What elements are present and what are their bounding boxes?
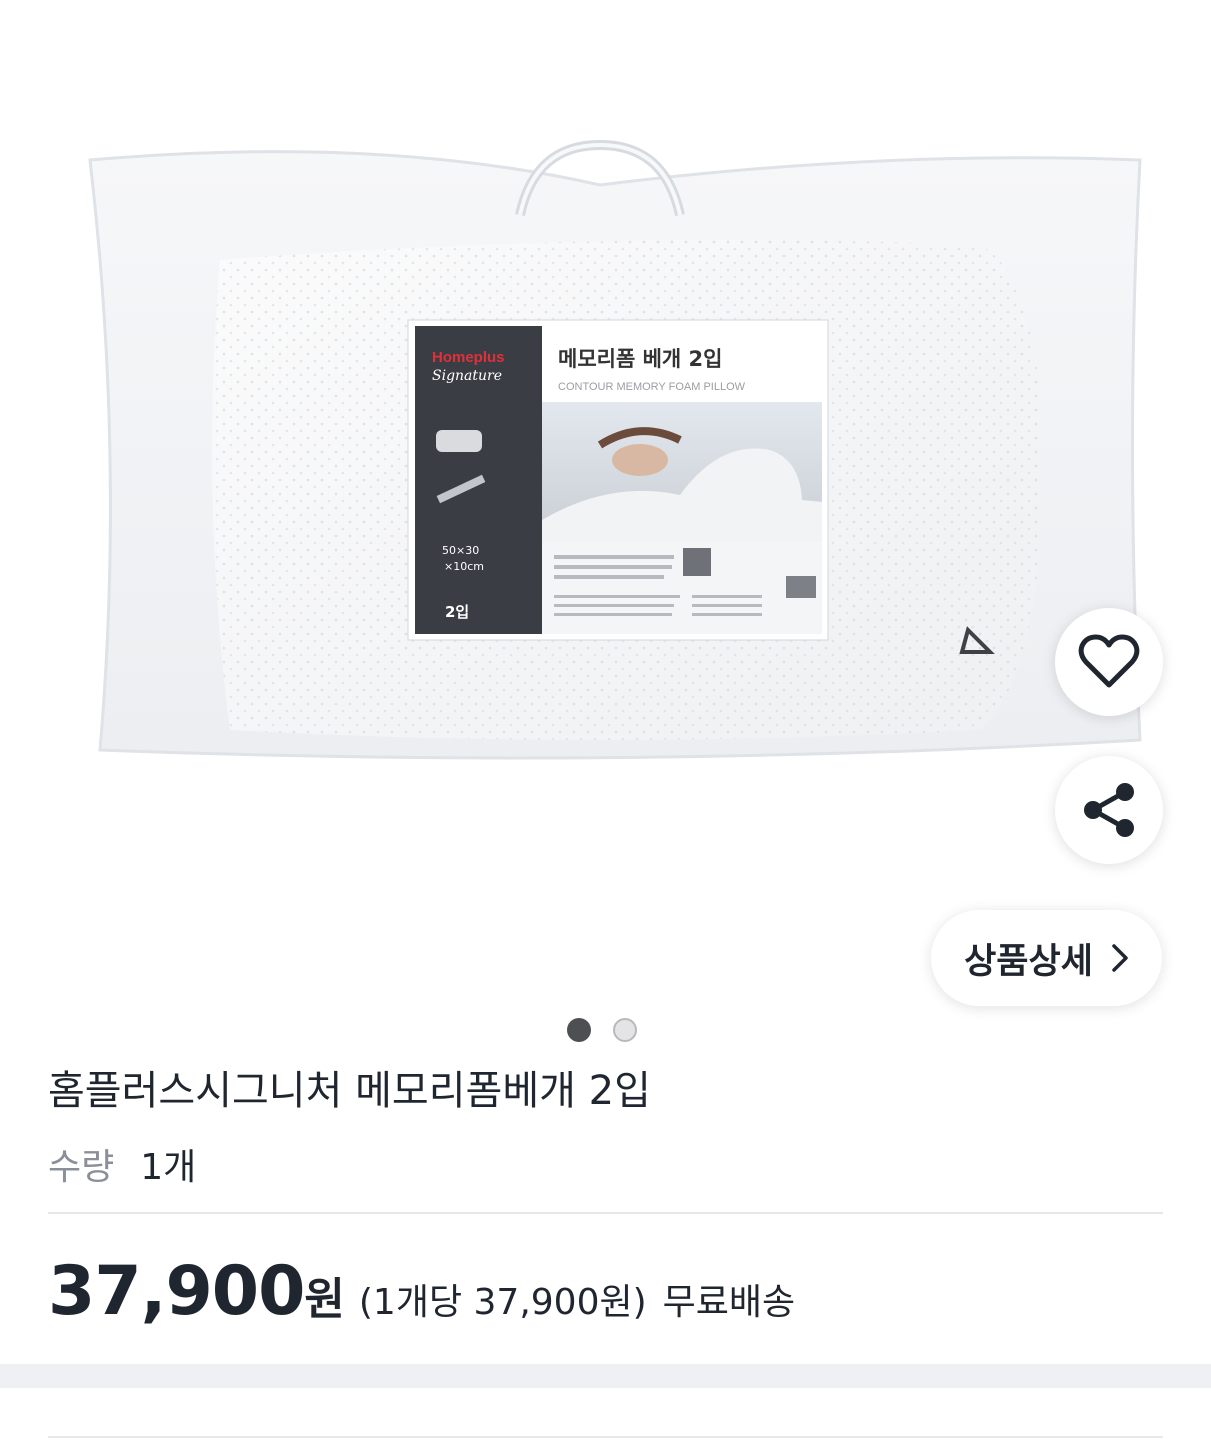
quantity-row: 수량 1개 bbox=[48, 1138, 196, 1190]
size-line2: ×10cm bbox=[444, 560, 484, 573]
unit-price: (1개당 37,900원) bbox=[358, 1282, 647, 1323]
chevron-right-icon bbox=[1112, 944, 1128, 972]
heart-icon bbox=[1078, 634, 1140, 688]
product-image: Homeplus Signature 50×30 ×10cm 2입 메모리폼 베… bbox=[88, 140, 1142, 760]
quantity-value: 1개 bbox=[140, 1147, 197, 1188]
brand-line1: Homeplus bbox=[432, 349, 505, 366]
size-line1: 50×30 bbox=[442, 544, 479, 557]
gallery-page-indicator bbox=[567, 1018, 637, 1042]
package-title-en: CONTOUR MEMORY FOAM PILLOW bbox=[558, 381, 746, 393]
divider-bottom bbox=[48, 1436, 1163, 1438]
price-amount: 37,900 bbox=[48, 1252, 305, 1331]
product-title: 홈플러스시그니처 메모리폼베개 2입 bbox=[48, 1068, 651, 1114]
product-detail-button[interactable]: 상품상세 bbox=[931, 910, 1162, 1006]
divider bbox=[48, 1212, 1163, 1214]
price-row: 37,900 원 (1개당 37,900원) 무료배송 bbox=[48, 1252, 795, 1331]
product-image-gallery[interactable]: Homeplus Signature 50×30 ×10cm 2입 메모리폼 베… bbox=[0, 0, 1211, 1060]
share-button[interactable] bbox=[1055, 756, 1163, 864]
like-button[interactable] bbox=[1055, 608, 1163, 716]
page-dot-active[interactable] bbox=[567, 1018, 591, 1042]
brand-line2: Signature bbox=[432, 368, 502, 384]
share-icon bbox=[1084, 783, 1134, 837]
package-title-ko: 메모리폼 베개 2입 bbox=[558, 347, 722, 371]
product-detail-label: 상품상세 bbox=[964, 941, 1093, 982]
count-text: 2입 bbox=[445, 603, 469, 621]
shipping-info: 무료배송 bbox=[662, 1282, 796, 1323]
page-dot[interactable] bbox=[613, 1018, 637, 1042]
section-separator bbox=[0, 1364, 1211, 1388]
quantity-label: 수량 bbox=[48, 1147, 115, 1188]
price-currency: 원 bbox=[304, 1274, 345, 1325]
